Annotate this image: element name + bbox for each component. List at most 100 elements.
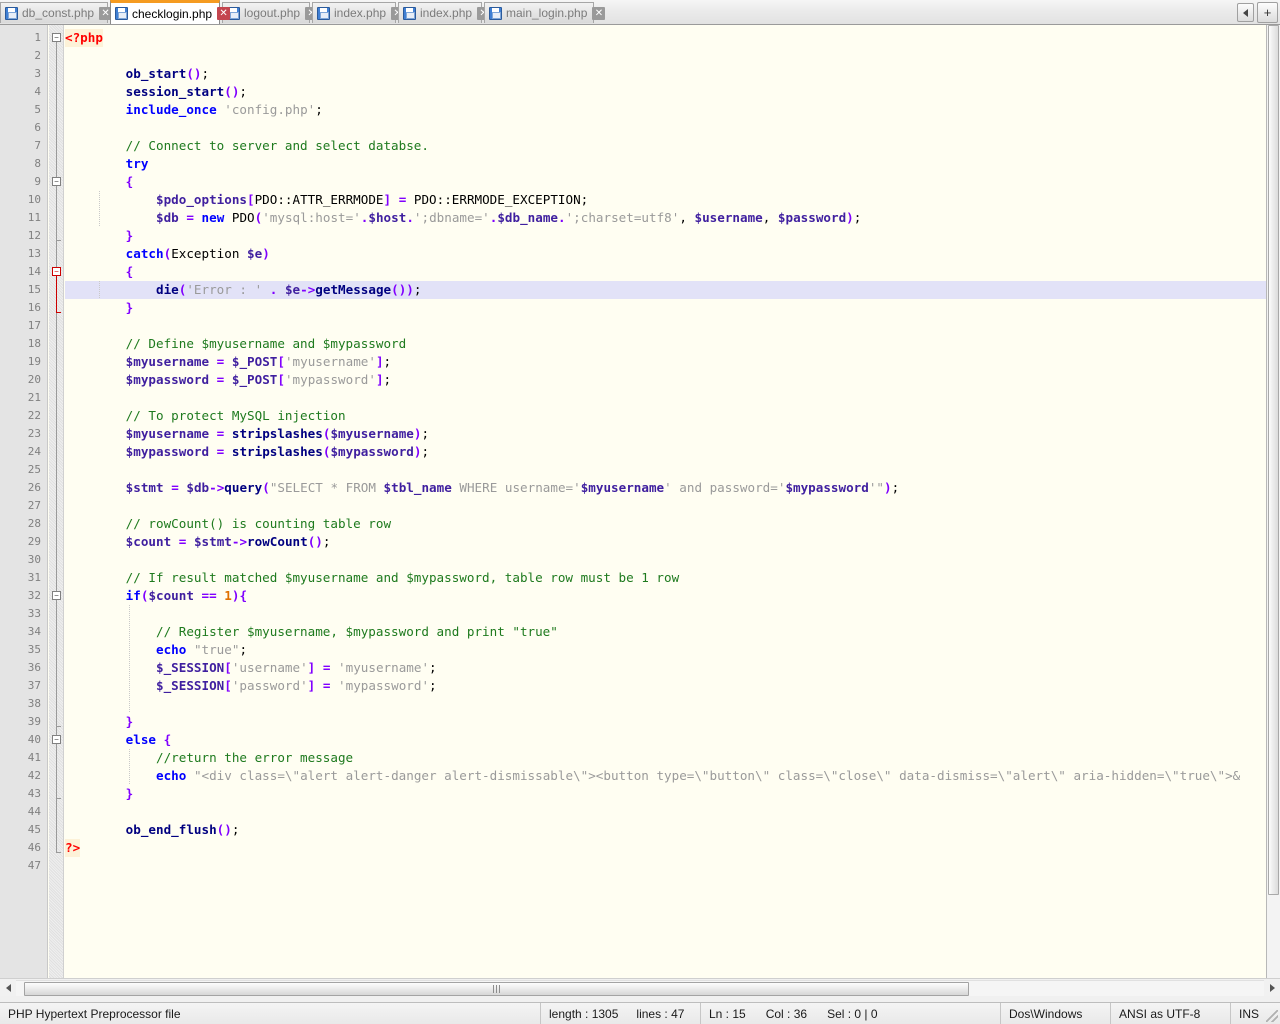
scroll-left-arrow-icon[interactable]	[0, 980, 16, 996]
code-line[interactable]: <?php	[65, 29, 1266, 47]
code-token: $mypassword	[125, 444, 210, 459]
vertical-scrollbar[interactable]	[1266, 25, 1280, 978]
fold-collapse-icon[interactable]: −	[52, 735, 61, 744]
code-line[interactable]	[65, 605, 1266, 623]
code-line[interactable]: }	[65, 227, 1266, 245]
resize-grip-icon[interactable]	[1266, 1010, 1278, 1022]
code-line[interactable]	[65, 389, 1266, 407]
code-line[interactable]	[65, 695, 1266, 713]
line-number: 25	[27, 463, 41, 476]
code-token: 'mypassword'	[338, 678, 430, 693]
code-line[interactable]: $myusername = $_POST['myusername'];	[65, 353, 1266, 371]
code-line[interactable]: $_SESSION['password'] = 'mypassword';	[65, 677, 1266, 695]
code-token: 'myusername'	[284, 354, 376, 369]
code-token: ?>	[65, 839, 81, 857]
line-number: 19	[27, 355, 41, 368]
code-line[interactable]	[65, 551, 1266, 569]
code-line[interactable]: //return the error message	[65, 749, 1266, 767]
fold-range-end	[56, 798, 61, 799]
code-line[interactable]: try	[65, 155, 1266, 173]
code-line[interactable]: {	[65, 263, 1266, 281]
status-eol-format[interactable]: Dos\Windows	[1001, 1002, 1111, 1024]
status-encoding[interactable]: ANSI as UTF-8	[1111, 1002, 1231, 1024]
code-token: 'Error : '	[186, 282, 263, 297]
tab-logout-php[interactable]: logout.php✕	[222, 2, 319, 23]
code-line[interactable]: }	[65, 299, 1266, 317]
code-line[interactable]	[65, 857, 1266, 875]
code-token: ->	[209, 480, 225, 495]
scrollbar-grip-icon	[493, 984, 500, 993]
tab-scroll-left-button[interactable]	[1237, 3, 1254, 22]
code-line[interactable]: $mypassword = stripslashes($mypassword);	[65, 443, 1266, 461]
code-line[interactable]	[65, 47, 1266, 65]
code-line[interactable]	[65, 803, 1266, 821]
code-line[interactable]	[65, 119, 1266, 137]
tab-close-icon[interactable]: ✕	[592, 6, 606, 20]
code-line[interactable]: // Define $myusername and $mypassword	[65, 335, 1266, 353]
code-line[interactable]: echo "true";	[65, 641, 1266, 659]
horizontal-scrollbar-thumb[interactable]	[24, 981, 969, 996]
code-token: $mypassword	[785, 480, 869, 495]
line-number: 23	[27, 427, 41, 440]
code-line[interactable]	[65, 317, 1266, 335]
fold-collapse-icon[interactable]: −	[52, 591, 61, 600]
tab-db_const-php[interactable]: db_const.php ✕	[0, 2, 113, 23]
tab-close-icon[interactable]: ✕	[217, 7, 231, 20]
code-line[interactable]	[65, 461, 1266, 479]
horizontal-scrollbar-track[interactable]	[16, 979, 1264, 996]
code-line[interactable]: session_start();	[65, 83, 1266, 101]
tab-checklogin-php[interactable]: checklogin.php ✕	[110, 0, 231, 24]
code-token: ,	[762, 210, 778, 225]
code-line[interactable]: // If result matched $myusername and $my…	[65, 569, 1266, 587]
code-line[interactable]: $pdo_options[PDO::ATTR_ERRMODE] = PDO::E…	[65, 191, 1266, 209]
fold-collapse-icon[interactable]: −	[52, 177, 61, 186]
code-token: [	[277, 354, 285, 369]
fold-margin[interactable]: − − − − −	[49, 25, 64, 978]
code-line[interactable]: ob_start();	[65, 65, 1266, 83]
tab-index-php[interactable]: index.php✕	[398, 2, 491, 23]
code-token: (	[140, 588, 149, 603]
vertical-scrollbar-thumb[interactable]	[1268, 25, 1279, 895]
code-token: "SELECT * FROM	[269, 480, 384, 495]
code-line[interactable]: // To protect MySQL injection	[65, 407, 1266, 425]
code-line[interactable]: catch(Exception $e)	[65, 245, 1266, 263]
code-line[interactable]: include_once 'config.php';	[65, 101, 1266, 119]
code-line[interactable]: $_SESSION['username'] = 'myusername';	[65, 659, 1266, 677]
code-pane[interactable]: <?php ob_start(); session_start(); inclu…	[65, 25, 1266, 978]
code-line[interactable]: // rowCount() is counting table row	[65, 515, 1266, 533]
code-line[interactable]: $mypassword = $_POST['mypassword'];	[65, 371, 1266, 389]
save-file-icon	[489, 6, 502, 20]
code-line[interactable]: ob_end_flush();	[65, 821, 1266, 839]
line-number: 26	[27, 481, 41, 494]
code-line[interactable]: die('Error : ' . $e->getMessage());	[65, 281, 1266, 299]
code-token: =	[216, 426, 225, 441]
code-line[interactable]: $myusername = stripslashes($myusername);	[65, 425, 1266, 443]
new-tab-button[interactable]: +	[1257, 2, 1278, 23]
save-file-icon	[115, 7, 128, 20]
horizontal-scrollbar[interactable]	[0, 978, 1280, 996]
fold-collapse-icon[interactable]: −	[52, 267, 61, 276]
code-line[interactable]: }	[65, 785, 1266, 803]
code-line[interactable]: else {	[65, 731, 1266, 749]
code-line[interactable]: // Register $myusername, $mypassword and…	[65, 623, 1266, 641]
code-line[interactable]: echo "<div class=\"alert alert-danger al…	[65, 767, 1266, 785]
code-line[interactable]: $count = $stmt->rowCount();	[65, 533, 1266, 551]
editor-area[interactable]: 1 2 3 4 5 6 7 8 9 10 11 12 13 14 15 16 17 18 19 20 21 22 23 24 2…	[0, 25, 1280, 978]
code-line[interactable]: // Connect to server and select databse.	[65, 137, 1266, 155]
code-token: )	[884, 480, 892, 495]
code-line[interactable]: {	[65, 173, 1266, 191]
fold-collapse-icon[interactable]: −	[52, 33, 61, 42]
code-line[interactable]: $db = new PDO('mysql:host='.$host.';dbna…	[65, 209, 1266, 227]
scroll-right-arrow-icon[interactable]	[1264, 980, 1280, 996]
code-line[interactable]: if($count == 1){	[65, 587, 1266, 605]
code-line[interactable]: }	[65, 713, 1266, 731]
code-line[interactable]: ?>	[65, 839, 1266, 857]
code-line[interactable]	[65, 497, 1266, 515]
tab-main_login-php[interactable]: main_login.php ✕	[484, 2, 606, 23]
tab-index-php[interactable]: index.php✕	[312, 2, 405, 23]
code-line[interactable]: $stmt = $db->query("SELECT * FROM $tbl_n…	[65, 479, 1266, 497]
